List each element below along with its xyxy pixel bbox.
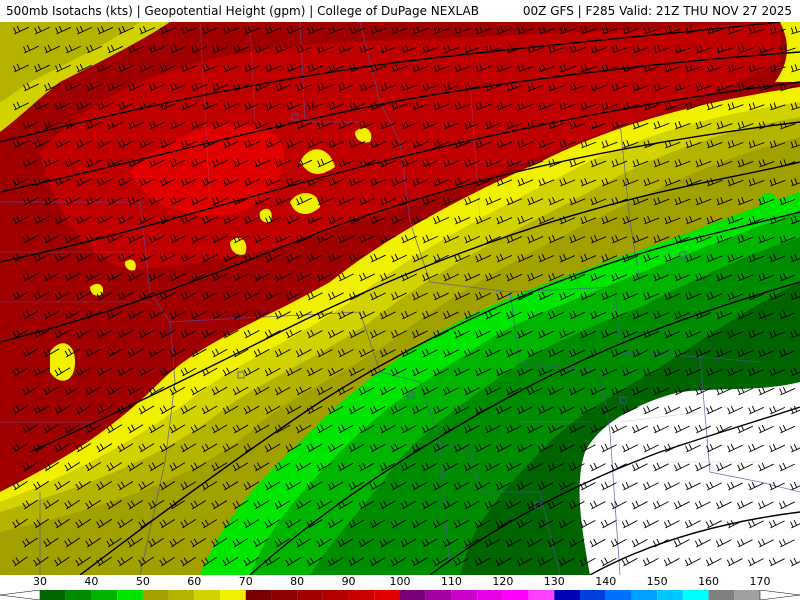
colorbar-bin [348,590,375,600]
colorbar-tick-label: 30 [33,575,47,588]
colorbar-bin [91,590,118,600]
colorbar-tick-label: 110 [440,575,462,588]
colorbar [0,590,800,600]
colorbar-tick-label: 160 [698,575,720,588]
colorbar-tick-label: 170 [749,575,771,588]
colorbar-tick-label: 150 [646,575,668,588]
colorbar-bin [65,590,92,600]
colorbar-bin [554,590,580,600]
colorbar-bin [682,590,709,600]
colorbar-tick-label: 130 [543,575,565,588]
colorbar-tick-label: 100 [389,575,411,588]
colorbar-bin [605,590,632,600]
colorbar-bin [245,590,272,600]
colorbar-tick-label: 80 [290,575,305,588]
colorbar-bin [708,590,735,600]
colorbar-bin [734,590,760,600]
colorbar-bin [528,590,555,600]
colorbar-bin [220,590,246,600]
colorbar-bin [657,590,683,600]
colorbar-tick-label: 120 [492,575,514,588]
colorbar-tick-labels: 30 40 50 60 70 80 90 100 110 120 130 140 150 160 170 [0,575,800,589]
colorbar-tick-label: 70 [238,575,253,588]
colorbar-tick-label: 140 [595,575,617,588]
colorbar-bin [322,590,349,600]
colorbar-bin [297,590,323,600]
colorbar-bin [451,590,478,600]
weather-map [0,22,800,575]
colorbar-bin [142,590,169,600]
colorbar-bin [117,590,143,600]
colorbar-bin [374,590,400,600]
colorbar-bin [271,590,298,600]
isotach-blob [50,343,75,381]
colorbar-bin [631,590,658,600]
colorbar-bin [194,590,220,600]
colorbar-bin [425,590,452,600]
colorbar-high-arrow [759,590,800,600]
colorbar-tick-label: 90 [341,575,356,588]
colorbar-tick-label: 50 [135,575,150,588]
map-header: 500mb Isotachs (kts) | Geopotential Heig… [0,0,800,22]
colorbar-bin [40,590,66,600]
colorbar-tick-label: 60 [187,575,202,588]
model-run-label: 00Z GFS | F285 Valid: 21Z THU NOV 27 202… [522,4,792,18]
colorbar-low-arrow [0,590,41,600]
colorbar-bin [400,590,426,600]
colorbar-bin [477,590,503,600]
map-title: 500mb Isotachs (kts) | Geopotential Heig… [6,4,479,18]
colorbar-bin [580,590,606,600]
colorbar-bin [502,590,529,600]
colorbar-tick-label: 40 [84,575,99,588]
colorbar-bin [168,590,195,600]
